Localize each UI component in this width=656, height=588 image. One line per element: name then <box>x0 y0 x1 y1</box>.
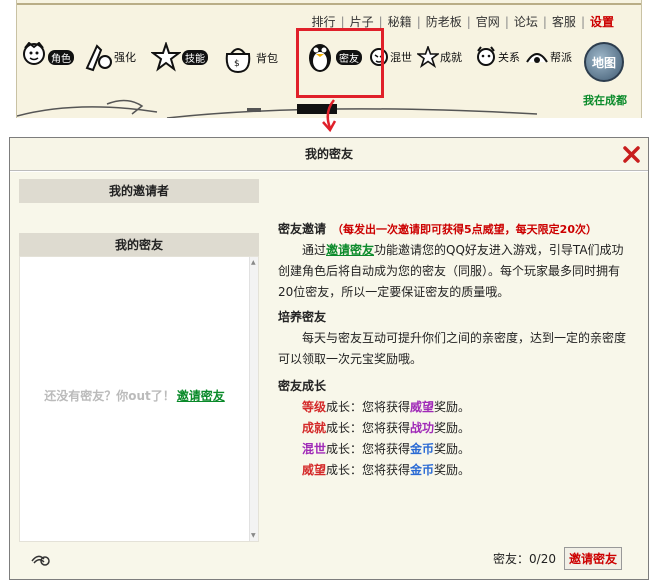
star-icon <box>417 46 439 68</box>
growth-reward: 威望 <box>410 400 435 414</box>
list-scrollbar[interactable]: ▲ ▼ <box>249 257 258 541</box>
friends-header: 我的密友 <box>19 233 259 257</box>
menu-skill[interactable]: 技能 <box>151 42 208 72</box>
empty-text: 还没有密友？你out了！ <box>44 389 175 403</box>
growth-mid: 成长：您将获得 <box>326 421 411 435</box>
empty-invite-link[interactable]: 邀请密友 <box>177 389 225 403</box>
growth-mid: 成长：您将获得 <box>326 463 411 477</box>
relation-icon <box>477 46 495 66</box>
menu-enhance[interactable]: 强化 <box>83 42 136 72</box>
nav-forum[interactable]: 论坛 <box>509 13 543 30</box>
dialog-footer: 密友：0/20 邀请密友 <box>493 547 622 570</box>
nav-cheats[interactable]: 秘籍 <box>383 13 417 30</box>
invite-paragraph: 通过邀请密友功能邀请您的QQ好友进入游戏，引导TA们成功创建角色后将自动成为您的… <box>278 240 628 303</box>
growth-title: 密友成长 <box>278 379 327 393</box>
sound-icon[interactable] <box>30 553 52 567</box>
growth-row-hunshi: 混世成长：您将获得金币奖励。 <box>302 439 628 460</box>
growth-end: 奖励。 <box>434 421 471 435</box>
growth-mid: 成长：您将获得 <box>326 442 411 456</box>
skill-icon <box>151 42 181 72</box>
growth-row-achievement: 成就成长：您将获得战功奖励。 <box>302 418 628 439</box>
menu-character-label: 角色 <box>48 49 74 65</box>
menu-character[interactable]: 角色 <box>21 42 74 72</box>
invite-inline-link[interactable]: 邀请密友 <box>326 243 374 257</box>
dialog-body: 我的邀请者 我的密友 还没有密友？你out了！ 邀请密友 ▲ ▼ 密友邀请 （每发出… <box>10 172 648 579</box>
menu-relation-label: 关系 <box>498 51 520 64</box>
scroll-up-icon[interactable]: ▲ <box>251 259 256 266</box>
menu-enhance-label: 强化 <box>114 51 136 64</box>
nav-service[interactable]: 客服 <box>547 13 581 30</box>
dialog-titlebar: 我的密友 <box>10 138 648 171</box>
invite-friend-button[interactable]: 邀请密友 <box>563 547 622 570</box>
nav-official[interactable]: 官网 <box>471 13 505 30</box>
top-border <box>17 3 641 5</box>
menu-bag[interactable]: $ 背包 <box>221 42 278 74</box>
menu-gang[interactable]: 帮派 <box>525 46 572 68</box>
friend-count: 密友：0/20 <box>493 552 556 566</box>
friends-section: 我的密友 <box>19 233 259 257</box>
svg-text:$: $ <box>234 59 240 69</box>
enhance-icon <box>85 44 112 72</box>
menu-gang-label: 帮派 <box>550 51 572 64</box>
growth-reward: 金币 <box>410 442 435 456</box>
dialog-title: 我的密友 <box>304 147 353 161</box>
cultivate-paragraph: 每天与密友互动可提升你们之间的亲密度，达到一定的亲密度可以领取一次元宝奖励哦。 <box>278 331 627 366</box>
growth-end: 奖励。 <box>434 463 471 477</box>
growth-key: 混世 <box>302 442 327 456</box>
inviters-header: 我的邀请者 <box>19 179 259 203</box>
pointer-arrow-icon <box>322 99 337 133</box>
character-icon <box>23 42 45 65</box>
growth-row-level: 等级成长：您将获得威望奖励。 <box>302 397 628 418</box>
menu-relation[interactable]: 关系 <box>475 46 520 68</box>
invite-pre: 通过 <box>302 243 327 257</box>
close-icon[interactable] <box>622 145 641 164</box>
growth-key: 等级 <box>302 400 327 414</box>
highlight-box <box>296 28 384 98</box>
growth-end: 奖励。 <box>434 400 471 414</box>
map-button[interactable]: 地图 <box>584 42 624 82</box>
growth-mid: 成长：您将获得 <box>326 400 411 414</box>
growth-reward: 金币 <box>410 463 435 477</box>
invite-title: 密友邀请 <box>278 222 327 236</box>
inviters-section: 我的邀请者 <box>19 179 259 203</box>
menu-bag-label: 背包 <box>256 52 278 65</box>
info-panel: 密友邀请 （每发出一次邀请即可获得5点威望，每天限定20次） 通过邀请密友功能邀请… <box>278 219 628 481</box>
bag-icon: $ <box>225 48 251 74</box>
growth-reward: 战功 <box>410 421 435 435</box>
growth-row-prestige: 威望成长：您将获得金币奖励。 <box>302 460 628 481</box>
nav-boss-key[interactable]: 防老板 <box>421 13 467 30</box>
friends-dialog: 我的密友 我的邀请者 我的密友 还没有密友？你out了！ 邀请密友 ▲ ▼ 密友邀… <box>9 137 649 580</box>
growth-key: 威望 <box>302 463 327 477</box>
growth-key: 成就 <box>302 421 327 435</box>
menu-achievement[interactable]: 成就 <box>417 46 462 68</box>
empty-message: 还没有密友？你out了！ 邀请密友 <box>20 387 249 404</box>
gang-icon <box>526 53 548 63</box>
scroll-down-icon[interactable]: ▼ <box>251 532 256 539</box>
menu-skill-label: 技能 <box>182 49 208 65</box>
cultivate-title: 培养密友 <box>278 310 327 324</box>
invite-note: （每发出一次邀请即可获得5点威望，每天限定20次） <box>332 223 597 236</box>
friends-list[interactable]: 还没有密友？你out了！ 邀请密友 ▲ ▼ <box>19 256 259 542</box>
menu-achievement-label: 成就 <box>440 51 462 64</box>
menu-hunshi-label: 混世 <box>390 51 412 64</box>
growth-end: 奖励。 <box>434 442 471 456</box>
nav-settings[interactable]: 设置 <box>585 13 619 30</box>
